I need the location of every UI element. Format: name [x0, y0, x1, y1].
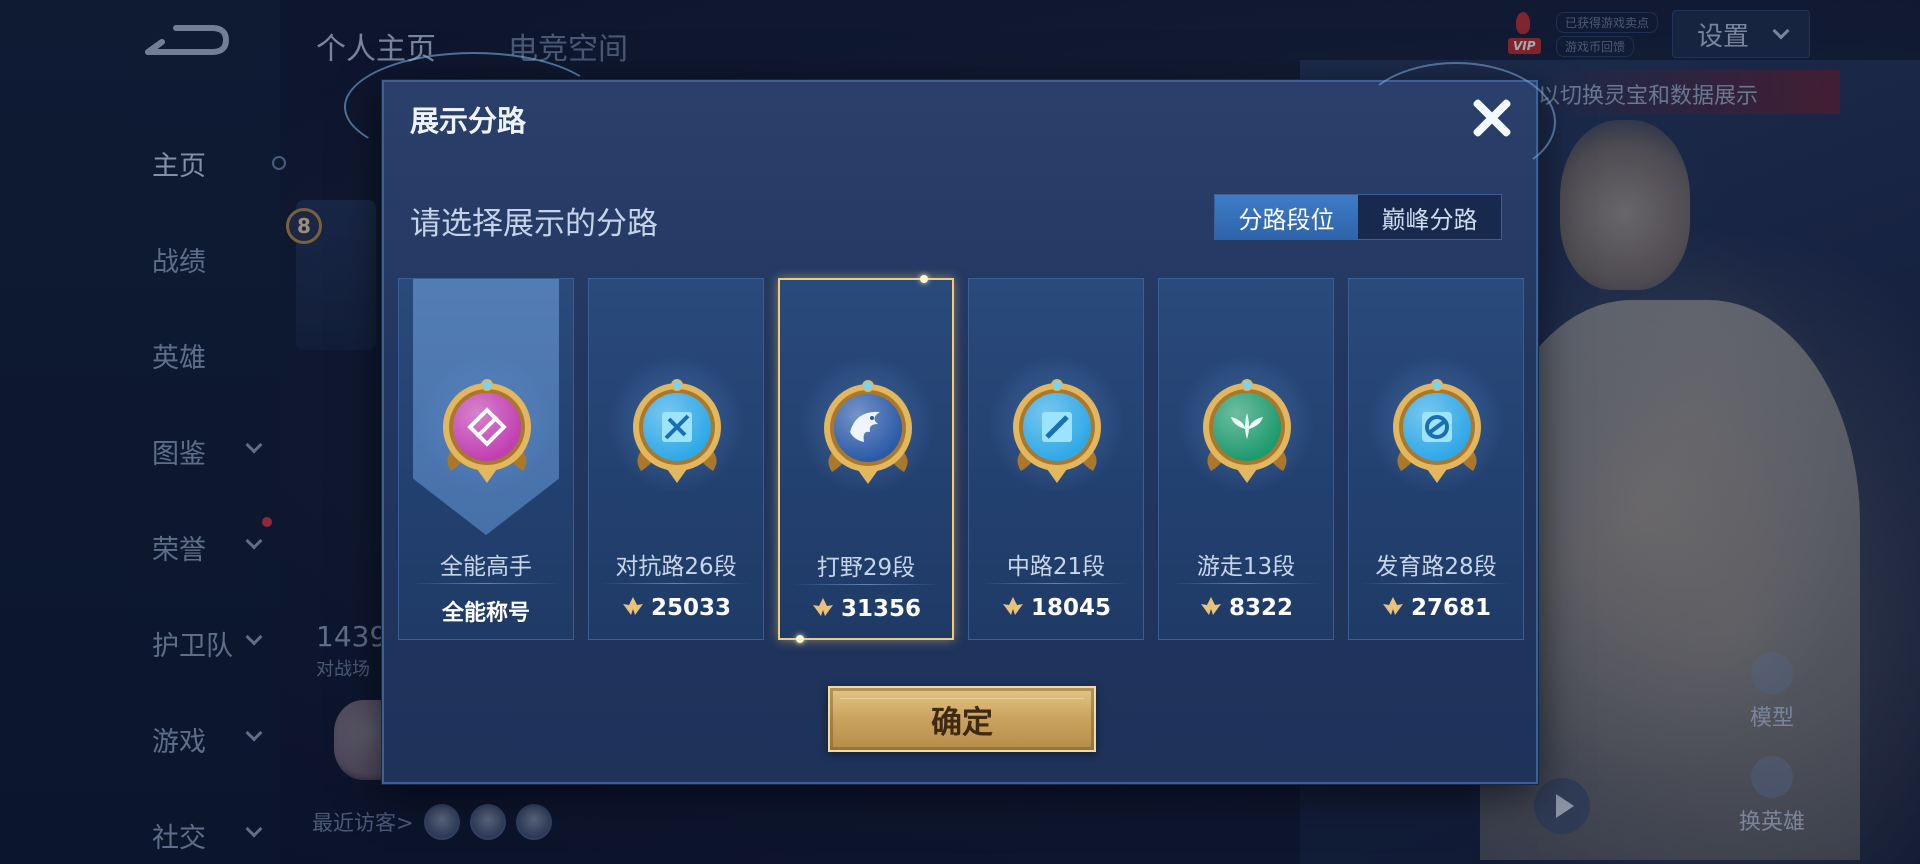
rank-points-icon [1381, 595, 1405, 621]
lane-score: 18045 [969, 595, 1143, 621]
lane-label: 发育路28段 [1375, 554, 1497, 580]
lane-score: 全能称号 [399, 595, 573, 627]
button-decoration [840, 698, 1084, 740]
lane-label: 对抗路26段 [615, 554, 737, 580]
card-divider [411, 583, 561, 584]
lane-card[interactable]: 中路21段 18045 [968, 278, 1144, 640]
card-divider [981, 583, 1131, 584]
rank-points-icon [1199, 595, 1223, 621]
lane-score: 31356 [780, 596, 952, 622]
lane-score: 25033 [589, 595, 763, 621]
farm-lane-badge-icon [1389, 379, 1485, 485]
rank-points-value: 31356 [840, 596, 922, 622]
lane-card[interactable]: 游走13段 8322 [1158, 278, 1334, 640]
jungle-badge-icon [820, 380, 916, 486]
card-divider [1171, 583, 1321, 584]
all-round-badge-icon [439, 379, 535, 485]
rank-points-value: 8322 [1228, 595, 1293, 621]
clash-lane-badge-icon [629, 379, 725, 485]
lane-label: 全能高手 [440, 554, 532, 580]
dialog-title: 展示分路 [410, 104, 527, 138]
dialog-prompt: 请选择展示的分路 [410, 206, 658, 242]
rank-points-icon [811, 596, 835, 622]
selection-sparkle [920, 275, 928, 283]
lane-card-list: 全能高手 全能称号 对抗路26段 25033 打野29段 31356 中路21段 18045 游… [398, 275, 1524, 643]
rank-points-value: 27681 [1410, 595, 1492, 621]
selection-sparkle [796, 635, 804, 643]
rank-points-value: 25033 [650, 595, 732, 621]
toggle-lane-rank[interactable]: 分路段位 [1215, 195, 1358, 239]
decorative-swirl [1356, 62, 1556, 182]
card-divider [601, 583, 751, 584]
lane-mode-toggle: 分路段位 巅峰分路 [1214, 194, 1502, 240]
toggle-peak-lane[interactable]: 巅峰分路 [1358, 195, 1501, 239]
lane-score: 27681 [1349, 595, 1523, 621]
lane-score: 8322 [1159, 595, 1333, 621]
lane-card[interactable]: 对抗路26段 25033 [588, 278, 764, 640]
rank-points-icon [1001, 595, 1025, 621]
title-value: 全能称号 [441, 601, 530, 626]
lane-card[interactable]: 发育路28段 27681 [1348, 278, 1524, 640]
confirm-button[interactable]: 确定 [828, 686, 1096, 752]
close-icon[interactable] [1466, 92, 1518, 144]
lane-label: 游走13段 [1196, 554, 1296, 580]
rank-points-value: 18045 [1030, 595, 1112, 621]
lane-display-dialog: 展示分路 请选择展示的分路 分路段位 巅峰分路 全能高手 全能称号 对抗路26段 25… [344, 52, 1556, 784]
lane-card[interactable]: 打野29段 31356 [778, 275, 954, 643]
rank-points-icon [621, 595, 645, 621]
card-divider [1361, 583, 1511, 584]
lane-card[interactable]: 全能高手 全能称号 [398, 278, 574, 640]
lane-label: 中路21段 [1006, 554, 1106, 580]
lane-label: 打野29段 [816, 555, 916, 581]
roam-badge-icon [1199, 379, 1295, 485]
mid-lane-badge-icon [1009, 379, 1105, 485]
card-divider [792, 584, 940, 585]
